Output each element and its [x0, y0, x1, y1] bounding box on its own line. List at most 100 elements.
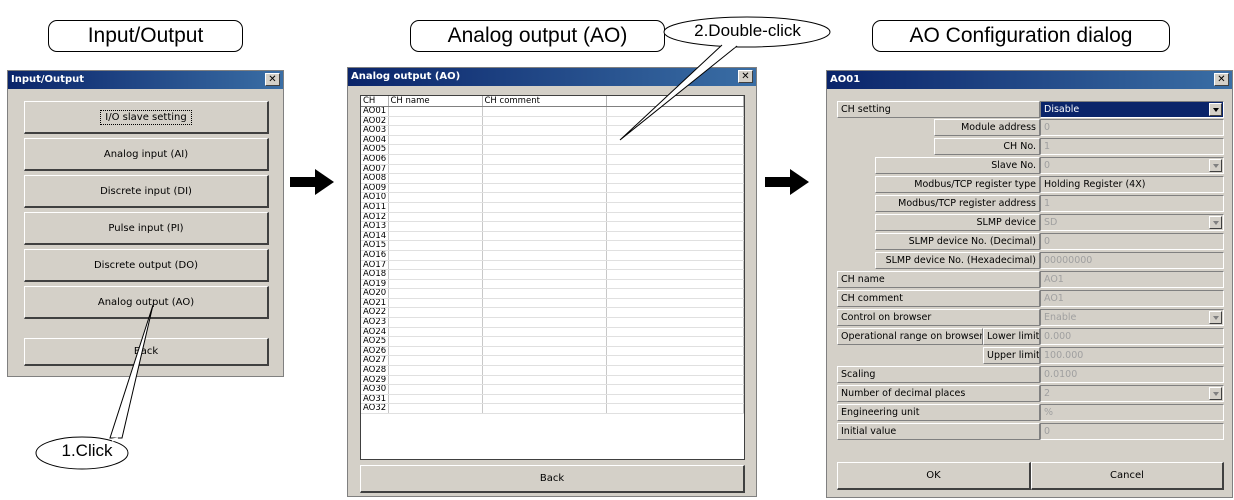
ch-name-cell[interactable] — [388, 135, 483, 146]
extra-cell[interactable] — [606, 298, 744, 309]
ch-cell[interactable]: AO30 — [361, 384, 389, 395]
table-row[interactable]: AO17 — [361, 260, 744, 271]
table-row[interactable]: AO23 — [361, 317, 744, 328]
ch-name-cell[interactable] — [388, 307, 483, 319]
table-row[interactable]: AO28 — [361, 365, 744, 376]
ch-name-cell[interactable] — [388, 327, 483, 338]
extra-cell[interactable] — [606, 231, 744, 242]
ch-name-field[interactable]: AO1 — [1040, 271, 1224, 288]
ch-cell[interactable]: AO26 — [361, 346, 389, 357]
ch-cell[interactable]: AO21 — [361, 298, 389, 309]
extra-cell[interactable] — [606, 336, 744, 347]
ch-cell[interactable]: AO11 — [361, 202, 389, 213]
extra-cell[interactable] — [606, 212, 744, 223]
ch-comment-cell[interactable] — [482, 202, 607, 213]
ch-comment-cell[interactable] — [482, 221, 607, 232]
ch-comment-cell[interactable] — [482, 106, 607, 117]
table-row[interactable]: AO29 — [361, 375, 744, 386]
column-header-ch-name[interactable]: CH name — [388, 96, 483, 107]
table-row[interactable]: AO31 — [361, 394, 744, 405]
extra-cell[interactable] — [606, 260, 744, 271]
ch-cell[interactable]: AO22 — [361, 307, 389, 319]
ch-name-cell[interactable] — [388, 336, 483, 347]
table-row[interactable]: AO20 — [361, 288, 744, 299]
ch-comment-cell[interactable] — [482, 212, 607, 223]
extra-cell[interactable] — [606, 154, 744, 165]
chevron-down-icon[interactable] — [1209, 387, 1222, 400]
ch-cell[interactable]: AO24 — [361, 327, 389, 338]
ch-name-cell[interactable] — [388, 317, 483, 328]
chevron-down-icon[interactable] — [1209, 216, 1222, 229]
ch-cell[interactable]: AO15 — [361, 240, 389, 251]
ch-comment-cell[interactable] — [482, 346, 607, 357]
table-row[interactable]: AO32 — [361, 403, 744, 414]
ch-name-cell[interactable] — [388, 125, 483, 136]
ch-comment-cell[interactable] — [482, 125, 607, 136]
table-row[interactable]: AO09 — [361, 183, 744, 194]
extra-cell[interactable] — [606, 240, 744, 251]
ch-name-cell[interactable] — [388, 192, 483, 203]
ch-comment-cell[interactable] — [482, 336, 607, 347]
table-row[interactable]: AO19 — [361, 279, 744, 290]
ch-name-cell[interactable] — [388, 355, 483, 367]
back-button[interactable]: Back — [360, 465, 745, 493]
table-row[interactable]: AO11 — [361, 202, 744, 213]
module-address-field[interactable]: 0 — [1040, 119, 1224, 136]
slmp-device-dropdown[interactable]: SD — [1040, 214, 1224, 231]
table-row[interactable]: AO27 — [361, 355, 744, 367]
extra-cell[interactable] — [606, 403, 744, 414]
ch-comment-cell[interactable] — [482, 269, 607, 280]
upper-limit-field[interactable]: 100.000 — [1040, 347, 1224, 364]
ch-name-cell[interactable] — [388, 269, 483, 280]
ch-cell[interactable]: AO14 — [361, 231, 389, 242]
extra-cell[interactable] — [606, 269, 744, 280]
io-slave-setting-button[interactable]: I/O slave setting — [24, 101, 269, 134]
ch-cell[interactable]: AO16 — [361, 250, 389, 261]
extra-cell[interactable] — [606, 173, 744, 184]
ch-comment-cell[interactable] — [482, 173, 607, 184]
cancel-button[interactable]: Cancel — [1031, 462, 1224, 490]
ch-cell[interactable]: AO32 — [361, 403, 389, 414]
slave-no-dropdown[interactable]: 0 — [1040, 157, 1224, 174]
ch-cell[interactable]: AO19 — [361, 279, 389, 290]
initial-value-field[interactable]: 0 — [1040, 423, 1224, 440]
ch-comment-field[interactable]: AO1 — [1040, 290, 1224, 307]
ch-comment-cell[interactable] — [482, 375, 607, 386]
scaling-field[interactable]: 0.0100 — [1040, 366, 1224, 383]
ch-name-cell[interactable] — [388, 173, 483, 184]
ch-comment-cell[interactable] — [482, 231, 607, 242]
ch-name-cell[interactable] — [388, 202, 483, 213]
ch-name-cell[interactable] — [388, 154, 483, 165]
extra-cell[interactable] — [606, 202, 744, 213]
extra-cell[interactable] — [606, 317, 744, 328]
extra-cell[interactable] — [606, 250, 744, 261]
ch-name-cell[interactable] — [388, 221, 483, 232]
close-icon[interactable]: ✕ — [265, 73, 280, 86]
ch-comment-cell[interactable] — [482, 144, 607, 155]
ch-comment-cell[interactable] — [482, 384, 607, 395]
modbus-register-address-field[interactable]: 1 — [1040, 195, 1224, 212]
ch-comment-cell[interactable] — [482, 288, 607, 299]
chevron-down-icon[interactable] — [1209, 103, 1222, 116]
table-row[interactable]: AO05 — [361, 144, 744, 155]
extra-cell[interactable] — [606, 365, 744, 376]
extra-cell[interactable] — [606, 192, 744, 203]
table-row[interactable]: AO18 — [361, 269, 744, 280]
control-on-browser-dropdown[interactable]: Enable — [1040, 309, 1224, 326]
ok-button[interactable]: OK — [837, 462, 1031, 490]
table-row[interactable]: AO22 — [361, 307, 744, 319]
ch-cell[interactable]: AO12 — [361, 212, 389, 223]
ch-cell[interactable]: AO05 — [361, 144, 389, 155]
ch-name-cell[interactable] — [388, 288, 483, 299]
ch-comment-cell[interactable] — [482, 250, 607, 261]
table-row[interactable]: AO13 — [361, 221, 744, 232]
extra-cell[interactable] — [606, 346, 744, 357]
ch-cell[interactable]: AO17 — [361, 260, 389, 271]
ch-comment-cell[interactable] — [482, 365, 607, 376]
ch-name-cell[interactable] — [388, 144, 483, 155]
discrete-output-button[interactable]: Discrete output (DO) — [24, 249, 269, 282]
ch-cell[interactable]: AO09 — [361, 183, 389, 194]
channel-list[interactable]: CH CH name CH comment AO01 AO02 AO03 AO04 AO… — [360, 95, 745, 460]
ch-name-cell[interactable] — [388, 116, 483, 127]
ch-name-cell[interactable] — [388, 384, 483, 395]
